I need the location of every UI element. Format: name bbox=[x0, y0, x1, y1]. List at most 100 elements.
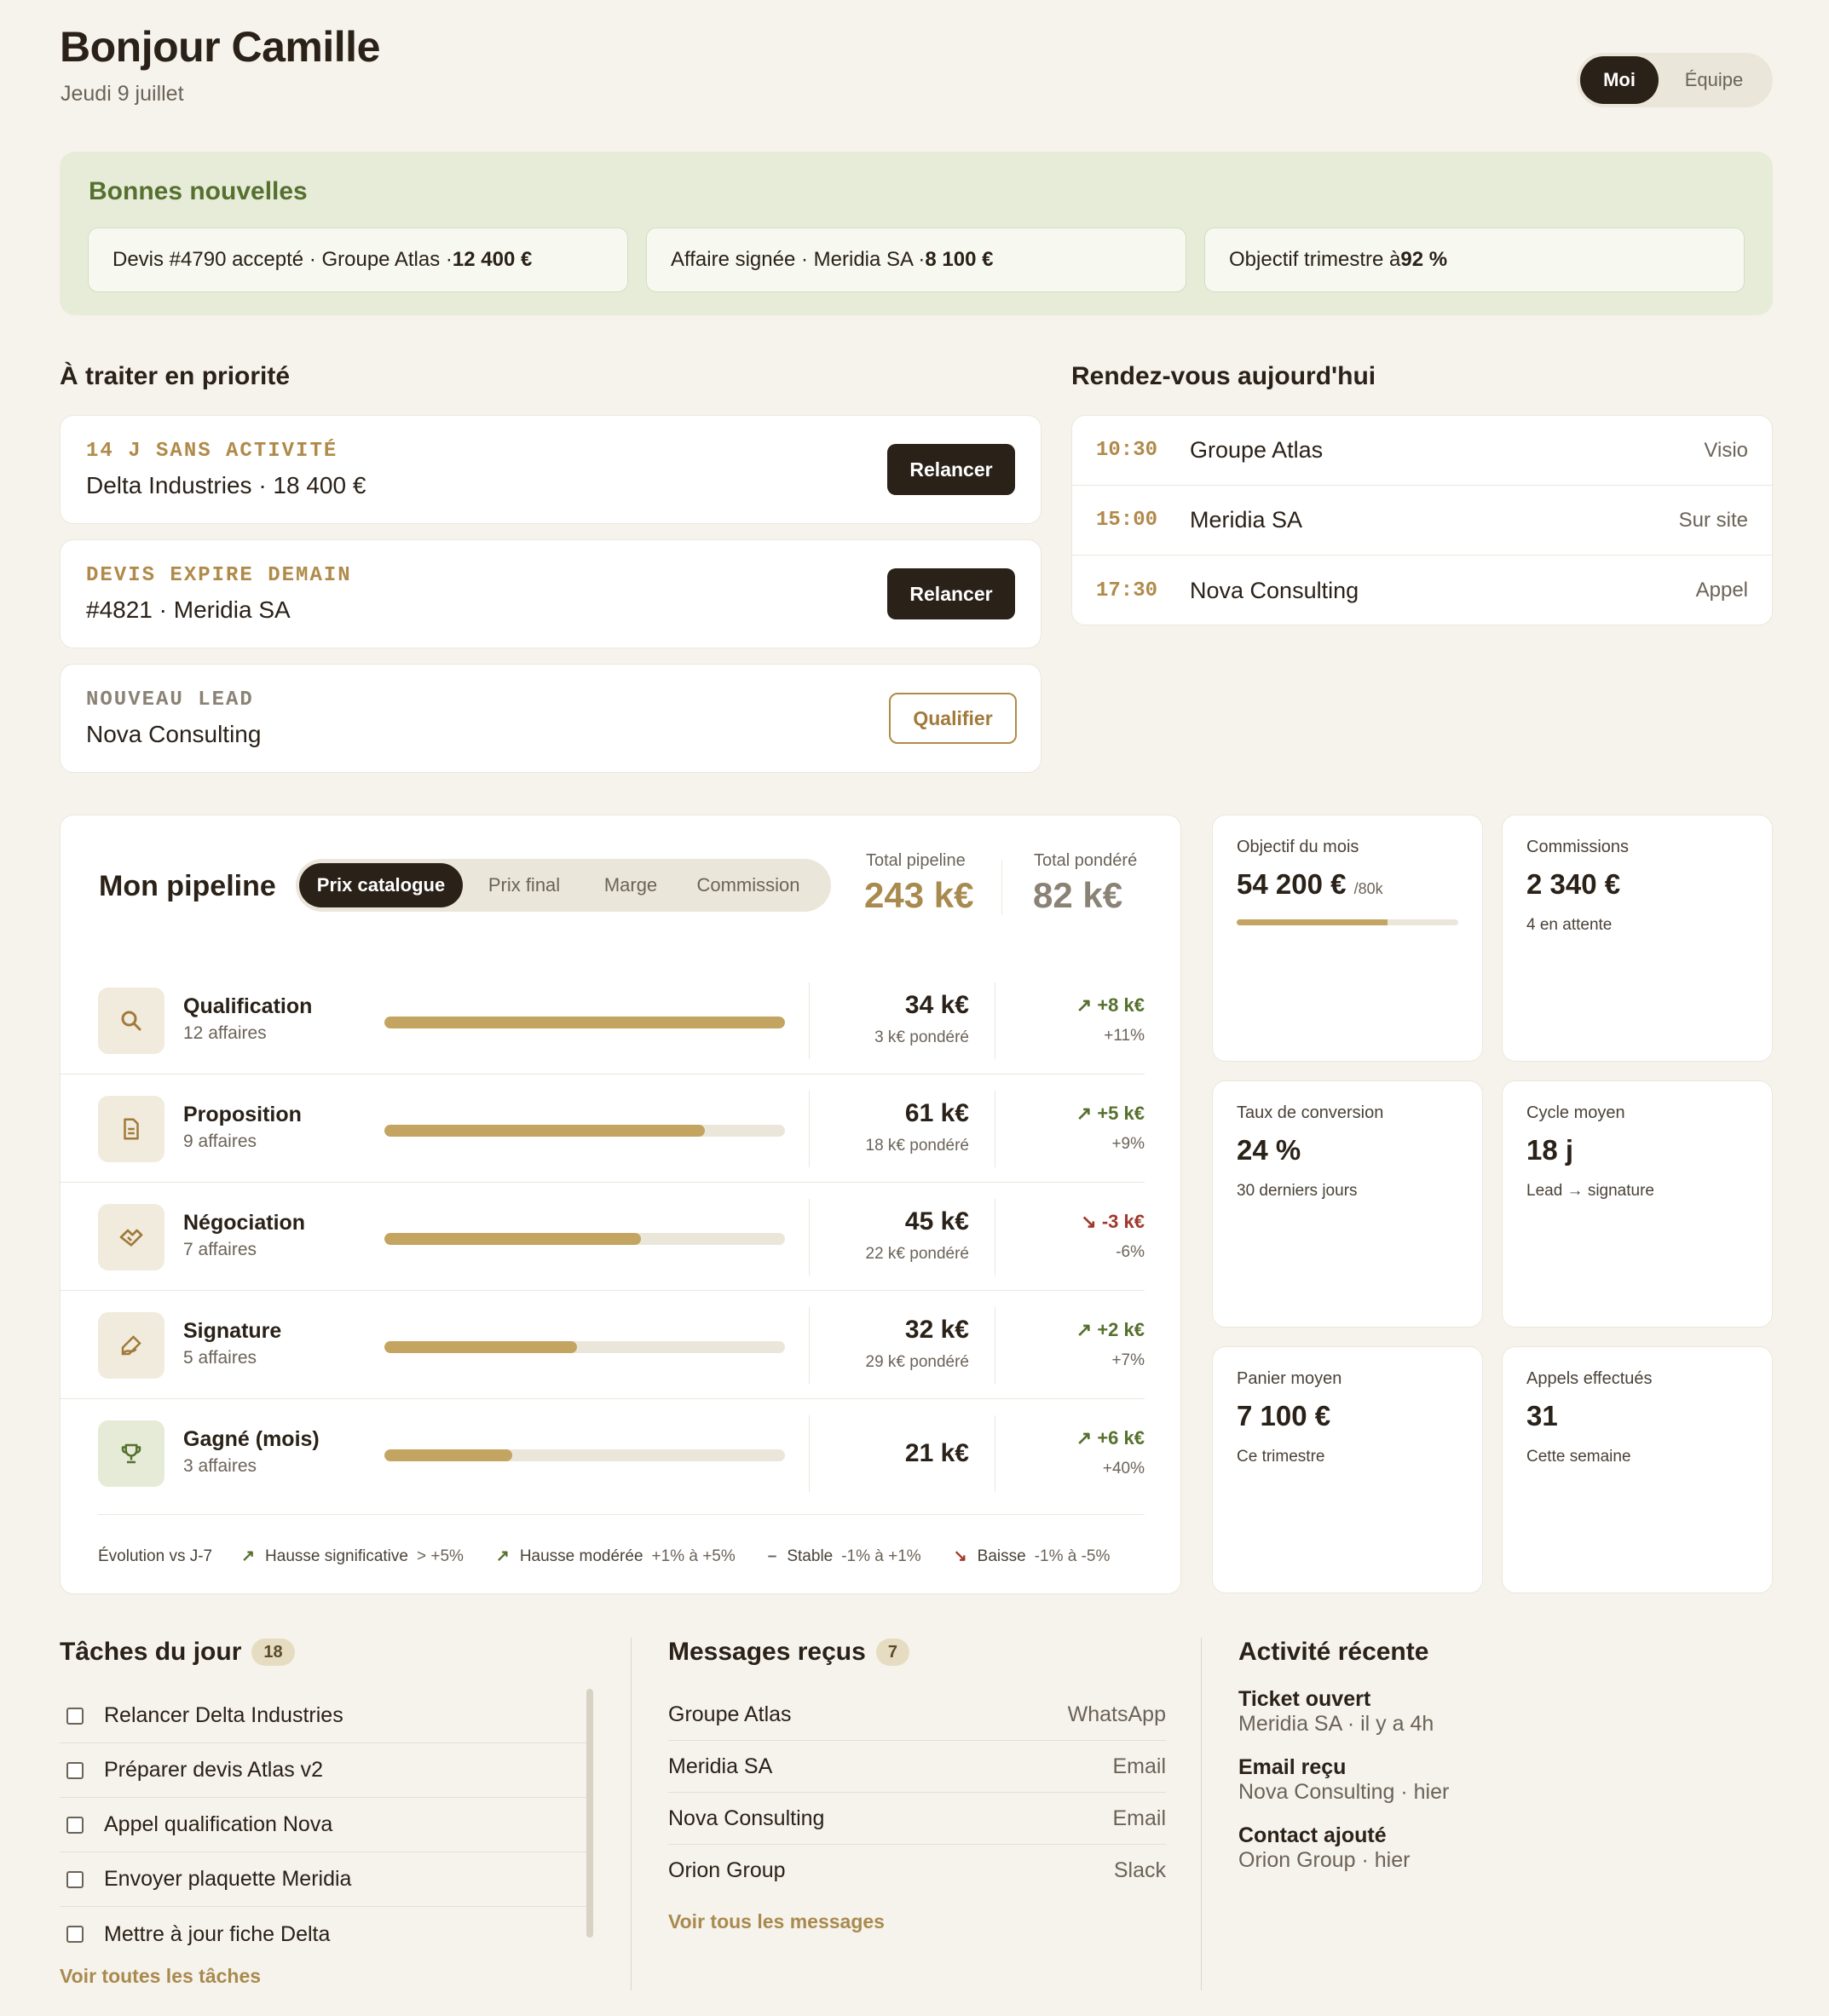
stage-delta-value: +5 k€ bbox=[1097, 1103, 1145, 1124]
column-divider bbox=[1201, 1638, 1202, 1990]
kpi-conversion[interactable]: Taux de conversion 24 % 30 derniers jour… bbox=[1212, 1080, 1483, 1328]
kpi-sub: 4 en attente bbox=[1526, 916, 1613, 934]
stage-name: Gagné (mois) bbox=[183, 1427, 320, 1451]
stage-name: Signature bbox=[183, 1319, 282, 1343]
message-row[interactable]: Orion Group Slack bbox=[668, 1845, 1166, 1897]
pipeline-stage-row[interactable]: Gagné (mois) 3 affaires 21 k€ ↗ +6 k€ +40% bbox=[61, 1400, 1145, 1507]
stage-count: 3 affaires bbox=[183, 1456, 257, 1476]
stage-weighted: 3 k€ pondéré bbox=[874, 1028, 969, 1046]
kpi-value: 2 340 € bbox=[1526, 868, 1621, 900]
toggle-moi[interactable]: Moi bbox=[1580, 56, 1659, 104]
task-item[interactable]: Mettre à jour fiche Delta bbox=[60, 1907, 588, 1961]
task-item[interactable]: Envoyer plaquette Meridia bbox=[60, 1852, 588, 1907]
message-row[interactable]: Nova Consulting Email bbox=[668, 1793, 1166, 1845]
kpi-label: Objectif du mois bbox=[1237, 838, 1359, 856]
kpi-objectif[interactable]: Objectif du mois 54 200 € /80k bbox=[1212, 815, 1483, 1062]
message-row[interactable]: Groupe Atlas WhatsApp bbox=[668, 1689, 1166, 1741]
priority-name: Nova Consulting bbox=[86, 721, 262, 747]
stage-delta-pct: +9% bbox=[1111, 1135, 1145, 1153]
pipeline-card: Mon pipeline Prix catalogue Prix final M… bbox=[60, 815, 1181, 1594]
task-item[interactable]: Appel qualification Nova bbox=[60, 1798, 588, 1852]
activity-item[interactable]: Contact ajouté Orion Group · hier bbox=[1238, 1823, 1449, 1892]
task-checkbox[interactable] bbox=[66, 1816, 84, 1834]
activity-title: Activité récente bbox=[1238, 1638, 1429, 1666]
trophy-icon bbox=[98, 1420, 164, 1487]
messages-title: Messages reçus bbox=[668, 1638, 866, 1666]
message-row[interactable]: Meridia SA Email bbox=[668, 1741, 1166, 1793]
appointment-time: 10:30 bbox=[1096, 439, 1158, 462]
total-weighted-value: 82 k€ bbox=[1033, 875, 1123, 915]
task-checkbox[interactable] bbox=[66, 1761, 84, 1779]
qualifier-button[interactable]: Qualifier bbox=[889, 693, 1017, 744]
stage-name: Négociation bbox=[183, 1211, 306, 1235]
pipeline-stage-row[interactable]: Qualification 12 affaires 34 k€ 3 k€ pondér… bbox=[61, 967, 1145, 1074]
tab-commission[interactable]: Commission bbox=[676, 863, 821, 907]
news-text: Affaire signée · Meridia SA · bbox=[671, 248, 926, 271]
stage-count: 9 affaires bbox=[183, 1132, 257, 1151]
pipeline-stage-row[interactable]: Signature 5 affaires 32 k€ 29 k€ pondéré ↗ +… bbox=[61, 1292, 1145, 1399]
stage-divider bbox=[809, 1415, 810, 1492]
stage-divider bbox=[809, 1307, 810, 1384]
task-item[interactable]: Relancer Delta Industries bbox=[60, 1689, 588, 1743]
stage-name: Qualification bbox=[183, 994, 313, 1018]
appointment-row[interactable]: 15:00 Meridia SA Sur site bbox=[1072, 486, 1772, 556]
task-item[interactable]: Préparer devis Atlas v2 bbox=[60, 1743, 588, 1798]
kpi-appels[interactable]: Appels effectués 31 Cette semaine bbox=[1502, 1346, 1773, 1593]
tasks-title: Tâches du jour bbox=[60, 1638, 242, 1666]
activity-item[interactable]: Email reçu Nova Consulting · hier bbox=[1238, 1755, 1449, 1823]
all-messages-link[interactable]: Voir tous les messages bbox=[668, 1910, 885, 1933]
news-item[interactable]: Objectif trimestre à 92 % bbox=[1204, 228, 1745, 292]
appointment-type: Visio bbox=[1704, 438, 1748, 462]
news-text: Objectif trimestre à bbox=[1229, 248, 1401, 271]
stage-delta: ↘ -3 k€ bbox=[1081, 1211, 1145, 1233]
kpi-sub: 30 derniers jours bbox=[1237, 1182, 1358, 1200]
stage-divider bbox=[809, 1091, 810, 1167]
stage-value: 21 k€ bbox=[904, 1439, 969, 1467]
all-tasks-link[interactable]: Voir toutes les tâches bbox=[60, 1965, 261, 1988]
pipeline-stage-row[interactable]: Proposition 9 affaires 61 k€ 18 k€ pondéré ↗… bbox=[61, 1075, 1145, 1183]
appointment-row[interactable]: 17:30 Nova Consulting Appel bbox=[1072, 556, 1772, 625]
tab-prix-catalogue[interactable]: Prix catalogue bbox=[299, 863, 463, 907]
task-checkbox[interactable] bbox=[66, 1870, 84, 1888]
stage-weighted: 18 k€ pondéré bbox=[865, 1137, 970, 1155]
kpi-value-suffix: /80k bbox=[1353, 880, 1383, 897]
appointment-time: 17:30 bbox=[1096, 579, 1158, 602]
stage-delta: ↗ +6 k€ bbox=[1076, 1427, 1145, 1449]
tab-marge[interactable]: Marge bbox=[586, 863, 676, 907]
pipeline-stage-row[interactable]: Négociation 7 affaires 45 k€ 22 k€ pondéré ↘… bbox=[61, 1184, 1145, 1291]
arrow-up-right-icon: ↗ bbox=[1076, 1319, 1093, 1340]
arrow-down-right-icon: ↘ bbox=[1081, 1211, 1097, 1232]
tasks-scrollbar[interactable] bbox=[586, 1689, 593, 1938]
news-item[interactable]: Affaire signée · Meridia SA · 8 100 € bbox=[646, 228, 1186, 292]
objectif-progress-fill bbox=[1237, 919, 1388, 925]
legend-item-name: Stable bbox=[787, 1547, 834, 1565]
kpi-panier[interactable]: Panier moyen 7 100 € Ce trimestre bbox=[1212, 1346, 1483, 1593]
tasks-count-badge: 18 bbox=[251, 1639, 295, 1666]
priority-item: NOUVEAU LEAD Nova Consulting Qualifier bbox=[60, 664, 1041, 773]
legend-item-name: Baisse bbox=[977, 1547, 1026, 1565]
appointment-time: 15:00 bbox=[1096, 509, 1158, 532]
kpi-sub: Lead → signature bbox=[1526, 1182, 1654, 1200]
stage-count: 7 affaires bbox=[183, 1240, 257, 1259]
view-toggle: Moi Équipe bbox=[1577, 53, 1773, 107]
tasks-header: Tâches du jour 18 bbox=[60, 1638, 295, 1667]
tab-prix-final[interactable]: Prix final bbox=[463, 863, 586, 907]
legend-label: Évolution vs J-7 bbox=[98, 1547, 213, 1565]
appointment-name: Nova Consulting bbox=[1190, 577, 1359, 603]
task-label: Appel qualification Nova bbox=[104, 1812, 333, 1836]
task-label: Relancer Delta Industries bbox=[104, 1703, 343, 1727]
relancer-button[interactable]: Relancer bbox=[887, 444, 1015, 495]
toggle-equipe[interactable]: Équipe bbox=[1659, 56, 1769, 104]
kpi-cycle[interactable]: Cycle moyen 18 j Lead → signature bbox=[1502, 1080, 1773, 1328]
appointment-row[interactable]: 10:30 Groupe Atlas Visio bbox=[1072, 416, 1772, 486]
legend-item-range: -1% à -5% bbox=[1034, 1547, 1111, 1565]
relancer-button[interactable]: Relancer bbox=[887, 568, 1015, 619]
news-item[interactable]: Devis #4790 accepté · Groupe Atlas · 12 … bbox=[88, 228, 628, 292]
activity-item[interactable]: Ticket ouvert Meridia SA · il y a 4h bbox=[1238, 1687, 1449, 1755]
message-channel: Slack bbox=[1113, 1858, 1166, 1882]
task-checkbox[interactable] bbox=[66, 1707, 84, 1725]
kpi-commissions[interactable]: Commissions 2 340 € 4 en attente bbox=[1502, 815, 1773, 1062]
kpi-value-number: 54 200 € bbox=[1237, 868, 1347, 900]
task-checkbox[interactable] bbox=[66, 1926, 84, 1943]
stage-progress-fill bbox=[384, 1341, 577, 1353]
